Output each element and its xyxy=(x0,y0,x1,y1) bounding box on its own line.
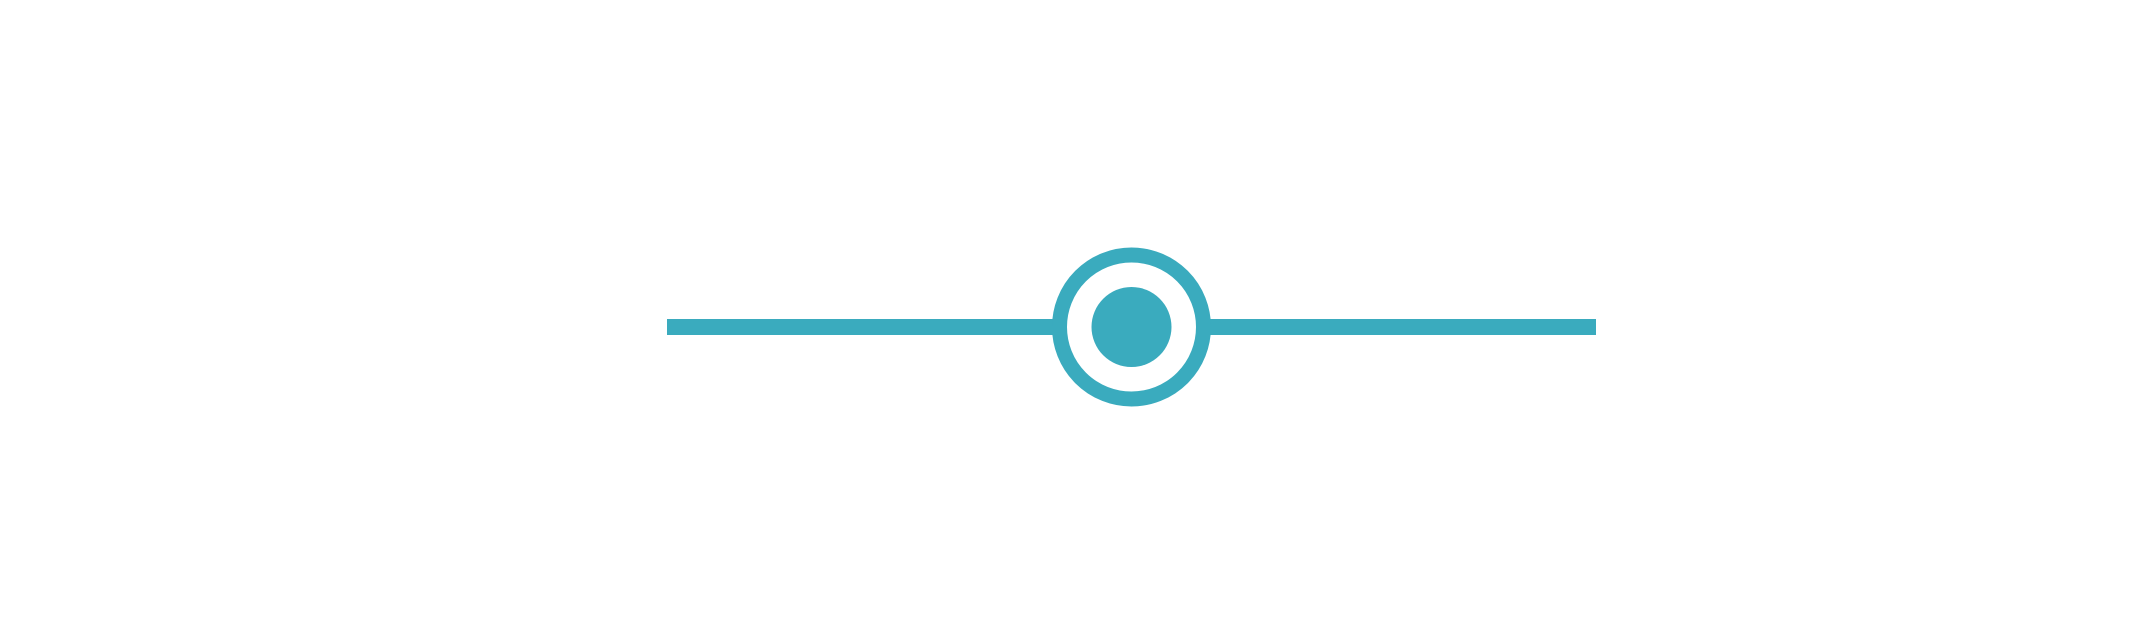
slider-stage xyxy=(0,0,2156,644)
slider-control[interactable] xyxy=(0,0,2156,644)
radio-target-icon xyxy=(1091,287,1172,367)
slider-thumb[interactable] xyxy=(1052,247,1211,407)
